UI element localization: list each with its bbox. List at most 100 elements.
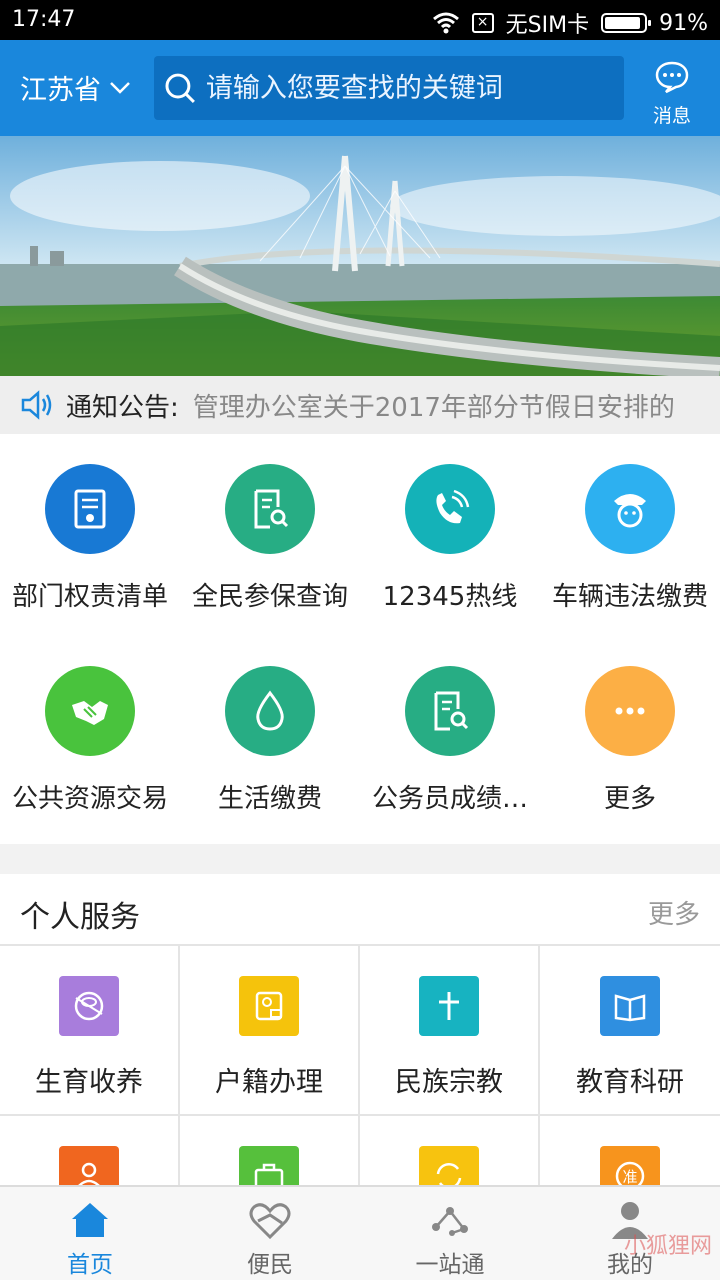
book-icon — [614, 994, 646, 1022]
service-label: 公务员成绩… — [371, 784, 528, 814]
service-item[interactable]: 全民参保查询 — [180, 464, 360, 613]
document-search-icon — [434, 691, 469, 731]
permit-icon: 准 — [615, 1161, 645, 1185]
service-icon-circle — [45, 666, 135, 756]
message-label: 消息 — [652, 105, 691, 127]
service-item[interactable]: 生活缴费 — [180, 666, 360, 815]
personal-service-item[interactable]: 生育收养 — [0, 946, 180, 1116]
nav-icon-wrap — [360, 1187, 540, 1241]
personal-service-icon — [419, 976, 479, 1036]
service-icon-circle — [225, 666, 315, 756]
police-icon — [614, 494, 646, 528]
service-item[interactable]: 车辆违法缴费 — [540, 464, 720, 613]
search-icon — [165, 73, 195, 103]
personal-service-icon — [419, 1146, 479, 1185]
cross-icon — [439, 992, 459, 1020]
service-item[interactable]: 更多 — [540, 666, 720, 815]
service-icon-circle — [225, 464, 315, 554]
personal-service-item[interactable] — [0, 1116, 180, 1185]
province-label: 江苏省 — [20, 75, 101, 106]
personal-service-icon — [59, 976, 119, 1036]
sim-status: 无SIM卡 — [505, 13, 590, 38]
handshake-icon — [72, 701, 108, 725]
wifi-icon — [432, 12, 459, 34]
service-label: 全民参保查询 — [191, 582, 348, 612]
personal-service-icon: 准 — [600, 1146, 660, 1185]
baby-icon — [74, 991, 104, 1021]
personal-services-section: 个人服务 更多 生育收养 户籍办理 民族宗教 教育科研 准 — [0, 874, 720, 1185]
personal-service-icon — [239, 976, 299, 1036]
more-dots-icon — [615, 707, 645, 715]
personal-service-item[interactable] — [180, 1116, 360, 1185]
service-icon-circle — [585, 666, 675, 756]
message-button[interactable]: 消息 — [644, 60, 700, 128]
search-bar[interactable] — [154, 56, 624, 120]
refresh-icon — [436, 1162, 462, 1185]
service-label: 更多 — [603, 784, 656, 814]
personal-service-item[interactable] — [360, 1116, 540, 1185]
nav-icon-wrap — [0, 1187, 180, 1241]
service-icon-circle — [45, 464, 135, 554]
chat-bubble-icon — [655, 61, 689, 94]
service-label: 部门权责清单 — [11, 582, 168, 612]
personal-service-item[interactable]: 教育科研 — [540, 946, 720, 1116]
battery-icon — [601, 13, 652, 33]
nav-label: 便民 — [247, 1252, 293, 1278]
service-icon-circle — [405, 464, 495, 554]
service-label: 生活缴费 — [217, 784, 322, 814]
personal-service-item[interactable]: 民族宗教 — [360, 946, 540, 1116]
nav-tab[interactable]: 便民 — [180, 1187, 360, 1280]
province-selector[interactable]: 江苏省 — [20, 68, 131, 107]
notice-bar[interactable]: 通知公告: 管理办公室关于2017年部分节假日安排的 — [0, 376, 720, 434]
service-label: 公共资源交易 — [11, 784, 168, 814]
clock: 17:47 — [12, 7, 76, 32]
heart-hands-icon — [249, 1203, 291, 1240]
personal-service-icon — [59, 1146, 119, 1185]
quick-services: 部门权责清单 全民参保查询 12345热线 车辆违法缴费 公共资源交易 生活缴费… — [0, 434, 720, 844]
document-search-icon — [254, 489, 289, 529]
personal-service-item[interactable]: 准 — [540, 1116, 720, 1185]
service-item[interactable]: 部门权责清单 — [0, 464, 180, 613]
service-label: 车辆违法缴费 — [551, 582, 708, 612]
notice-label: 通知公告: — [66, 392, 179, 423]
bottom-nav: 首页 便民 一站通 我的 — [0, 1185, 720, 1280]
service-icon-circle — [405, 666, 495, 756]
personal-service-label: 教育科研 — [576, 1067, 684, 1098]
banner-image[interactable] — [0, 136, 720, 376]
personal-service-label: 户籍办理 — [215, 1067, 323, 1098]
service-icon-circle — [585, 464, 675, 554]
nav-label: 首页 — [67, 1252, 113, 1278]
certificate-icon — [74, 489, 106, 529]
personal-service-icon — [239, 1146, 299, 1185]
personal-services-grid: 生育收养 户籍办理 民族宗教 教育科研 准 — [0, 944, 720, 1185]
chevron-down-icon — [110, 81, 130, 94]
speaker-icon — [21, 390, 52, 420]
watermark: 小狐狸网 — [623, 1233, 712, 1258]
personal-service-label: 生育收养 — [35, 1067, 143, 1098]
nav-tab[interactable]: 首页 — [0, 1187, 180, 1280]
phone-icon — [436, 489, 470, 524]
briefcase-icon — [254, 1163, 284, 1185]
no-sim-icon: × — [471, 13, 494, 33]
search-input[interactable] — [205, 72, 624, 104]
service-item[interactable]: 公共资源交易 — [0, 666, 180, 815]
svg-text:准: 准 — [622, 1168, 637, 1185]
personal-service-icon — [600, 976, 660, 1036]
bridge-photo — [0, 136, 720, 376]
service-item[interactable]: 公务员成绩… — [360, 666, 540, 815]
section-title: 个人服务 — [20, 900, 140, 935]
more-link[interactable]: 更多 — [648, 894, 700, 931]
service-label: 12345热线 — [382, 582, 518, 612]
service-item[interactable]: 12345热线 — [360, 464, 540, 613]
app-header: 江苏省 消息 — [0, 40, 720, 136]
status-icons: × 无SIM卡 91% — [432, 7, 708, 39]
nav-icon-wrap — [180, 1187, 360, 1241]
personal-service-item[interactable]: 户籍办理 — [180, 946, 360, 1116]
notice-text[interactable]: 管理办公室关于2017年部分节假日安排的 — [193, 387, 675, 424]
battery-percent: 91% — [659, 10, 708, 36]
id-card-icon — [255, 991, 283, 1021]
water-drop-icon — [256, 690, 284, 731]
nav-tab[interactable]: 一站通 — [360, 1187, 540, 1280]
network-icon — [432, 1207, 468, 1236]
home-icon — [72, 1203, 108, 1237]
